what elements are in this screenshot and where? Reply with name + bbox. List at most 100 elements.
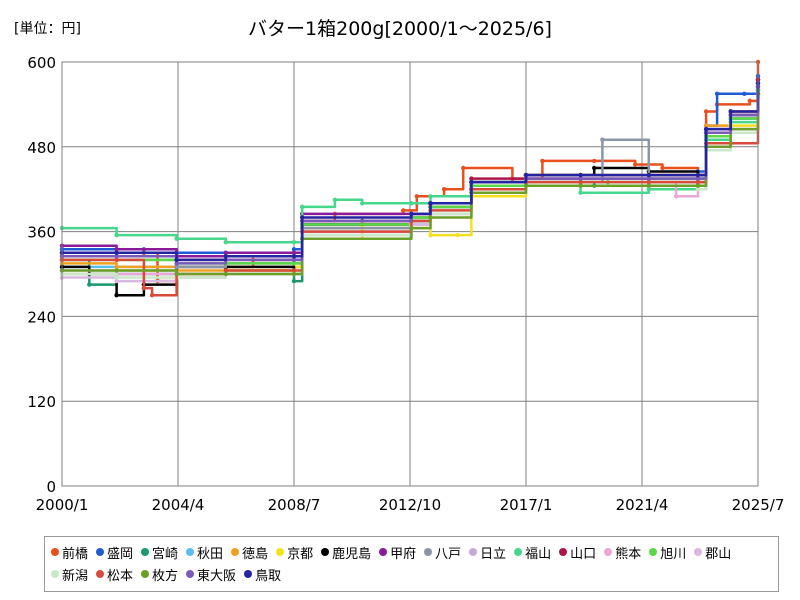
legend-item: 八戸 xyxy=(424,541,461,563)
data-point xyxy=(409,211,414,217)
data-point xyxy=(747,98,753,104)
legend-label: 八戸 xyxy=(435,546,462,562)
legend-marker-icon xyxy=(186,570,195,578)
legend-item: 福山 xyxy=(514,541,551,563)
legend-item: 熊本 xyxy=(604,541,641,563)
legend-item: 郡山 xyxy=(694,541,731,563)
legend-item: 日立 xyxy=(469,541,506,563)
data-point xyxy=(299,215,305,220)
data-point xyxy=(469,179,474,185)
legend-item: 徳島 xyxy=(231,541,268,563)
legend-label: 徳島 xyxy=(242,546,269,562)
data-point xyxy=(114,293,119,298)
legend-label: 鹿児島 xyxy=(332,546,372,562)
legend-label: 東大阪 xyxy=(197,568,237,584)
legend-label: 宮崎 xyxy=(152,546,179,562)
data-point xyxy=(578,190,583,195)
data-point xyxy=(646,172,652,178)
legend-marker-icon xyxy=(379,548,388,556)
data-point xyxy=(223,271,228,277)
data-point xyxy=(114,275,119,280)
x-tick-label: 2012/10 xyxy=(379,496,441,514)
legend-item: 甲府 xyxy=(379,541,416,563)
data-point xyxy=(174,257,179,263)
data-point xyxy=(455,232,460,238)
data-point xyxy=(646,183,652,188)
legend-marker-icon xyxy=(96,570,105,578)
legend-label: 京都 xyxy=(287,546,314,562)
legend-marker-icon xyxy=(96,548,105,556)
legend-item: 枚方 xyxy=(141,563,178,585)
data-point xyxy=(592,165,597,171)
legend-item: 新潟 xyxy=(51,563,88,585)
y-tick-label: 240 xyxy=(27,308,56,326)
data-point xyxy=(578,172,583,178)
legend-marker-icon xyxy=(514,548,523,556)
legend-label: 熊本 xyxy=(615,546,642,562)
data-point xyxy=(223,254,228,259)
legend-label: 松本 xyxy=(107,568,134,584)
data-point xyxy=(291,240,297,245)
legend-label: 福山 xyxy=(525,546,552,562)
legend-marker-icon xyxy=(231,548,240,556)
data-point xyxy=(703,126,709,132)
legend-item: 前橋 xyxy=(51,541,88,563)
legend-label: 郡山 xyxy=(705,546,732,562)
y-axis-ticks: 0 120 240 360 480 600 xyxy=(27,54,56,496)
data-point xyxy=(632,162,638,167)
legend-marker-icon xyxy=(469,548,478,556)
data-point xyxy=(299,204,305,210)
y-tick-label: 480 xyxy=(27,139,56,157)
chart-canvas: 0 120 240 360 480 600 2000/1 2004/4 2008/7 2012/… xyxy=(27,54,785,514)
legend-label: 旭川 xyxy=(660,546,687,562)
y-tick-label: 360 xyxy=(27,224,56,242)
data-point xyxy=(441,187,447,192)
chart-title: バター1箱200g[2000/1～2025/6] xyxy=(248,18,552,40)
data-point xyxy=(428,194,433,199)
data-point xyxy=(428,232,433,238)
data-point xyxy=(695,172,701,178)
legend-item: 秋田 xyxy=(186,541,223,563)
data-point xyxy=(360,201,365,206)
data-point xyxy=(673,194,679,199)
data-point xyxy=(414,194,420,199)
legend-item: 鳥取 xyxy=(244,563,281,585)
data-point xyxy=(540,158,545,164)
legend-label: 秋田 xyxy=(197,546,224,562)
x-tick-label: 2017/1 xyxy=(500,496,553,514)
data-point xyxy=(114,250,119,255)
data-point xyxy=(703,109,709,114)
legend-marker-icon xyxy=(694,548,703,556)
data-point xyxy=(291,271,297,277)
legend-label: 前橋 xyxy=(62,546,89,562)
legend-marker-icon xyxy=(276,548,285,556)
legend-marker-icon xyxy=(186,548,195,556)
y-tick-label: 0 xyxy=(46,478,56,496)
x-axis-ticks: 2000/1 2004/4 2008/7 2012/10 2017/1 2021/4 202… xyxy=(36,496,785,514)
data-point xyxy=(174,271,179,277)
data-point xyxy=(149,293,155,298)
legend-marker-icon xyxy=(321,548,330,556)
data-point xyxy=(695,183,701,188)
x-tick-label: 2004/4 xyxy=(152,496,205,514)
data-point xyxy=(742,91,747,97)
legend-marker-icon xyxy=(244,570,253,578)
legend-marker-icon xyxy=(649,548,658,556)
data-point xyxy=(578,183,583,188)
legend-marker-icon xyxy=(51,570,59,578)
x-tick-label: 2021/4 xyxy=(616,496,669,514)
data-point xyxy=(428,201,433,206)
y-tick-label: 120 xyxy=(27,393,56,411)
legend-marker-icon xyxy=(424,548,433,556)
x-tick-label: 2025/7 xyxy=(732,496,785,514)
legend-item: 鹿児島 xyxy=(321,541,371,563)
data-point xyxy=(728,109,733,114)
data-point xyxy=(592,158,597,164)
legend-label: 鳥取 xyxy=(255,568,282,584)
x-tick-label: 2000/1 xyxy=(36,496,89,514)
legend-marker-icon xyxy=(51,548,59,556)
data-point xyxy=(291,254,297,259)
legend-item: 京都 xyxy=(276,541,313,563)
data-point xyxy=(660,165,665,171)
data-point xyxy=(714,91,720,97)
